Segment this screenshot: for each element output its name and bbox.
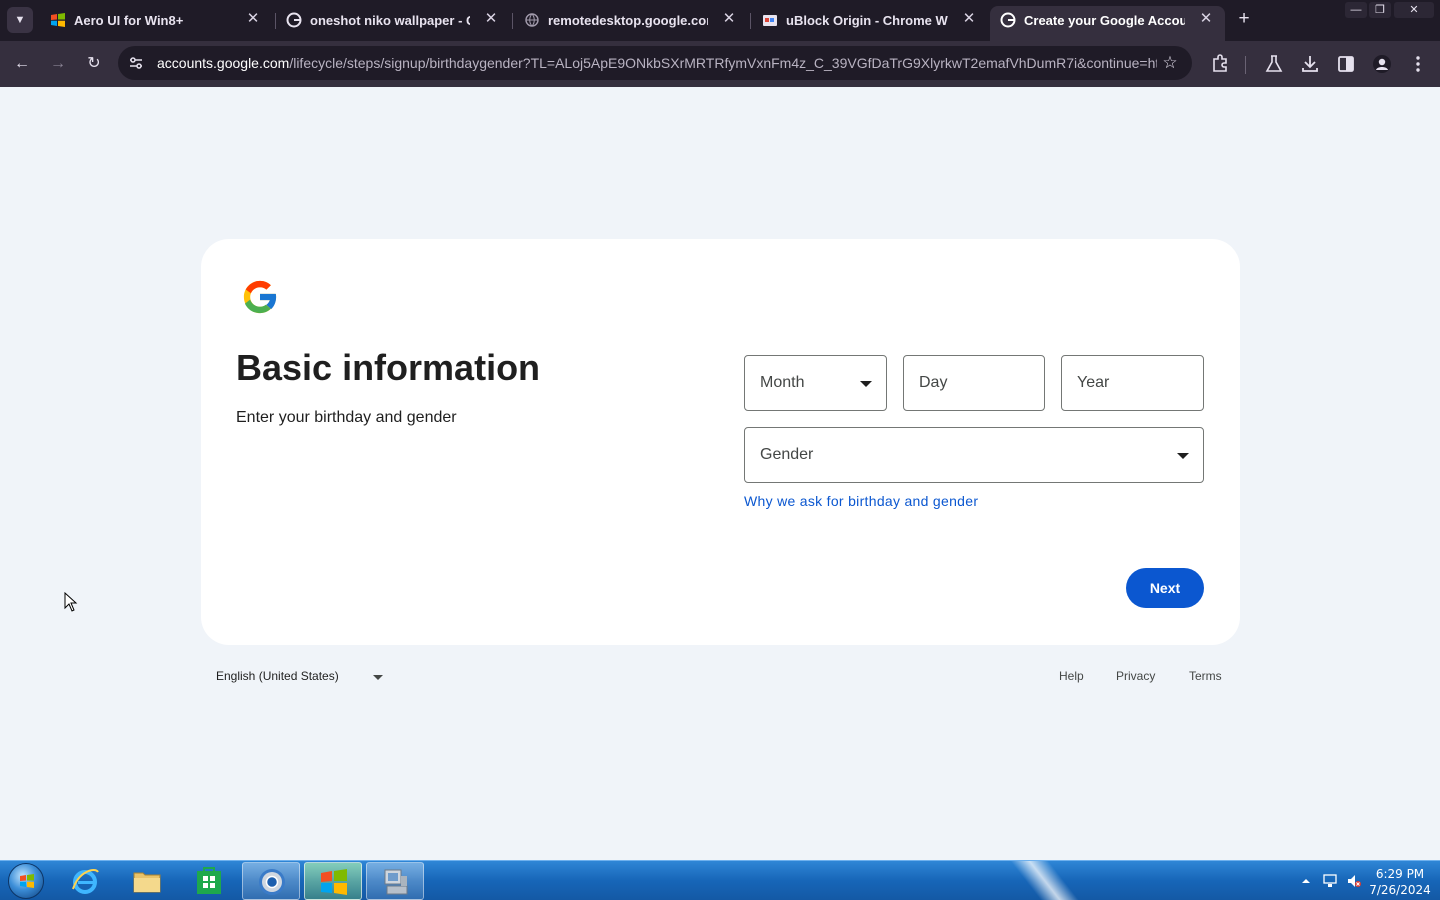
back-arrow-icon[interactable]: ←: [10, 52, 34, 76]
url-path: /lifecycle/steps/signup/birthdaygender?T…: [289, 55, 1157, 71]
browser-toolbar: ← → ↻ accounts.google.com/lifecycle/step…: [0, 41, 1440, 87]
webstore-icon: [763, 15, 777, 26]
tab-title: Create your Google Account: [1024, 13, 1185, 28]
toolbar-divider: [1245, 56, 1246, 74]
address-bar[interactable]: accounts.google.com/lifecycle/steps/sign…: [118, 46, 1192, 80]
language-selector[interactable]: English (United States): [216, 669, 339, 683]
tab-divider: [512, 13, 513, 29]
url-host: accounts.google.com: [157, 55, 290, 71]
url-text[interactable]: accounts.google.com/lifecycle/steps/sign…: [157, 55, 1157, 71]
taskbar-internet-explorer[interactable]: [56, 862, 114, 900]
restore-icon[interactable]: ❐: [1369, 2, 1391, 18]
gender-select[interactable]: Gender: [744, 427, 1204, 483]
window-close-icon[interactable]: ✕: [1394, 2, 1434, 18]
taskbar-file-explorer[interactable]: [118, 862, 176, 900]
tab-create-google-account[interactable]: Create your Google Account ✕: [990, 6, 1225, 41]
terms-link[interactable]: Terms: [1189, 669, 1222, 683]
folder-icon: [133, 872, 161, 893]
reload-icon[interactable]: ↻: [82, 52, 106, 76]
year-input[interactable]: Year: [1061, 355, 1204, 411]
side-panel-icon[interactable]: [1335, 53, 1357, 75]
minimize-icon[interactable]: —: [1345, 2, 1367, 18]
taskbar-remote-app[interactable]: [366, 862, 424, 900]
tab-google-search[interactable]: oneshot niko wallpaper - Google Search ✕: [276, 6, 510, 35]
extensions-puzzle-icon[interactable]: [1209, 53, 1231, 75]
tab-remote-desktop[interactable]: remotedesktop.google.com ✕: [514, 6, 748, 35]
day-placeholder: Day: [919, 374, 948, 391]
google-logo-icon: [243, 280, 278, 314]
dropdown-arrow-icon: [860, 381, 872, 387]
tab-close-icon[interactable]: ✕: [244, 10, 262, 28]
browser-tab-strip: ▼ Aero UI for Win8+ ✕ oneshot niko wallp…: [0, 0, 1440, 41]
taskbar-store[interactable]: [180, 862, 238, 900]
windows-flag-icon: [321, 869, 347, 895]
download-icon[interactable]: [1299, 53, 1321, 75]
tab-title: remotedesktop.google.com: [548, 13, 708, 28]
tab-title: Aero UI for Win8+: [74, 13, 184, 28]
tab-search-chevron-icon[interactable]: ▼: [7, 7, 33, 33]
network-icon[interactable]: [1322, 873, 1338, 889]
volume-muted-icon[interactable]: [1346, 873, 1362, 889]
google-g-icon: [286, 12, 302, 28]
internet-explorer-icon: [72, 869, 99, 894]
taskbar-aero-app[interactable]: [304, 862, 362, 900]
clock-date: 7/26/2024: [1369, 883, 1431, 897]
month-select[interactable]: Month: [744, 355, 887, 411]
tab-ublock[interactable]: uBlock Origin - Chrome Web Store ✕: [752, 6, 988, 35]
labs-flask-icon[interactable]: [1263, 53, 1285, 75]
store-bag-icon: [197, 867, 221, 894]
month-placeholder: Month: [760, 374, 805, 391]
new-tab-plus-icon[interactable]: +: [1233, 8, 1255, 30]
windows-flag-icon: [51, 13, 65, 27]
day-input[interactable]: Day: [903, 355, 1045, 411]
tab-close-icon[interactable]: ✕: [482, 10, 500, 28]
system-clock[interactable]: 6:29 PM 7/26/2024: [1366, 866, 1434, 898]
gender-placeholder: Gender: [760, 446, 814, 463]
site-settings-tune-icon[interactable]: [128, 55, 144, 71]
profile-avatar-icon[interactable]: [1371, 53, 1393, 75]
page-subtitle: Enter your birthday and gender: [236, 409, 457, 426]
globe-icon: [525, 13, 539, 27]
tab-divider: [750, 13, 751, 29]
tab-close-icon[interactable]: ✕: [720, 10, 738, 28]
google-g-icon: [1000, 12, 1016, 28]
help-link[interactable]: Help: [1059, 669, 1084, 683]
why-we-ask-link[interactable]: Why we ask for birthday and gender: [744, 493, 978, 509]
tab-close-icon[interactable]: ✕: [960, 10, 978, 28]
mouse-cursor-icon: [64, 592, 78, 612]
start-button[interactable]: [8, 863, 44, 899]
dropdown-arrow-icon: [1177, 453, 1189, 459]
windows-flag-icon: [20, 874, 34, 888]
kebab-menu-icon[interactable]: [1407, 53, 1429, 75]
tab-title: uBlock Origin - Chrome Web Store: [786, 13, 948, 28]
windows-taskbar: 6:29 PM 7/26/2024: [0, 860, 1440, 900]
chrome-icon: [259, 869, 285, 895]
page-title: Basic information: [236, 347, 541, 388]
tab-aero-ui[interactable]: Aero UI for Win8+ ✕: [40, 6, 272, 35]
language-dropdown-arrow-icon[interactable]: [373, 675, 383, 680]
tab-title: oneshot niko wallpaper - Google Search: [310, 13, 470, 28]
year-placeholder: Year: [1077, 374, 1110, 391]
signup-page: Basic information Enter your birthday an…: [0, 87, 1440, 860]
computer-icon: [384, 869, 408, 895]
tab-close-icon[interactable]: ✕: [1197, 10, 1215, 28]
next-button[interactable]: Next: [1126, 568, 1204, 608]
forward-arrow-icon[interactable]: →: [46, 52, 70, 76]
bookmark-star-icon[interactable]: ☆: [1160, 53, 1180, 73]
show-hidden-icons-arrow-icon[interactable]: [1298, 873, 1314, 889]
clock-time: 6:29 PM: [1375, 867, 1425, 881]
taskbar-glare: [1008, 861, 1082, 900]
signup-card: Basic information Enter your birthday an…: [201, 239, 1240, 645]
taskbar-chrome[interactable]: [242, 862, 300, 900]
privacy-link[interactable]: Privacy: [1116, 669, 1155, 683]
